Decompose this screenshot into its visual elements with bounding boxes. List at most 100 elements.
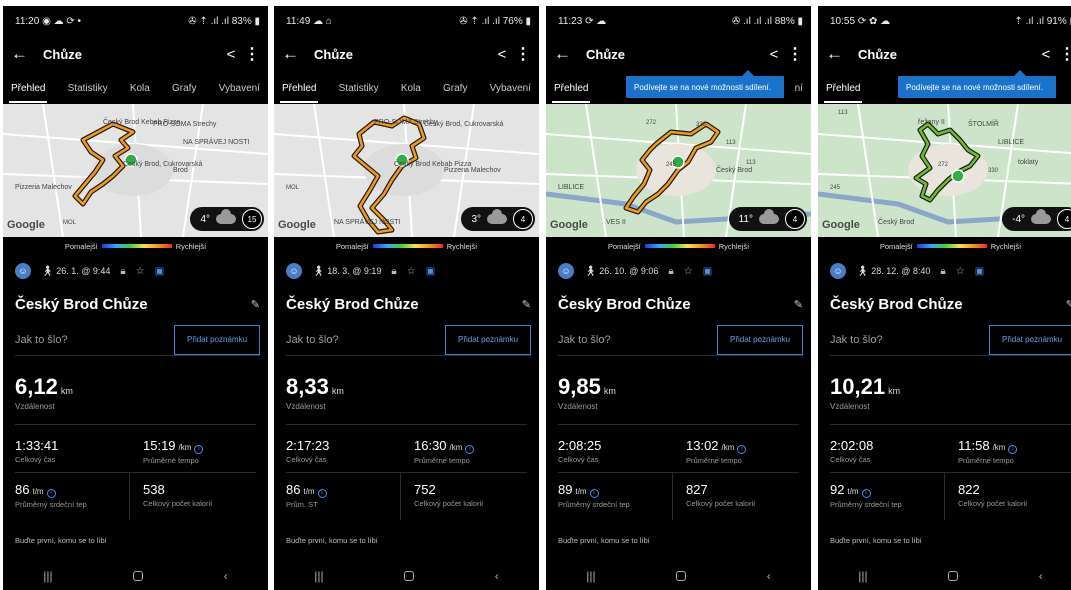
map-label: Brod [173,167,188,174]
add-note-button[interactable]: Přidat poznámku [717,324,803,355]
route-map[interactable]: PRO-SOMA Strechy Český Brod, Cukrovarská Č… [274,104,539,237]
lock-icon[interactable]: 🔒︎ [940,266,945,277]
share-tooltip[interactable]: Podívejte se na nové možnosti sdílení. [898,70,1056,98]
phone-screen-2: 11:49 ☁ ⌂ ✇ ⇡ .ıl .ıl 76% ▮ ← Chůze < ⋮ … [274,6,539,590]
tab-5[interactable]: ní [795,83,803,94]
pencil-icon[interactable]: ✎ [794,298,803,311]
tab-3[interactable]: Kola [401,83,421,94]
back-arrow-icon[interactable]: ← [11,44,39,64]
star-icon[interactable]: ☆ [136,266,145,277]
google-logo: Google [822,219,860,231]
info-icon[interactable]: i [194,444,204,454]
map-label: Pizzeria Malechov [15,184,72,191]
legend-fast: Rychlejší [718,241,750,251]
avatar[interactable]: ☺ [15,263,31,279]
map-label: Český Brod, Cukrovarská [424,119,503,128]
back-arrow-icon[interactable]: ← [826,44,854,64]
pencil-icon[interactable]: ✎ [251,298,260,311]
like-prompt[interactable]: Buďte první, komu se to líbí [15,536,107,545]
lock-icon[interactable]: 🔒︎ [668,266,673,277]
feel-row: Jak to šlo? Přidat poznámku [286,324,531,356]
tab-2[interactable]: Statistiky [68,83,108,94]
map-label: MOL [63,220,77,226]
recent-apps-button[interactable]: ||| [586,569,595,583]
route-map[interactable]: Český Brod Kebab Pizza PRO-SOMA Strechy Če… [3,104,268,237]
home-button[interactable] [404,571,415,581]
add-photo-icon[interactable]: ▣ [155,266,164,277]
back-arrow-icon[interactable]: ← [282,44,310,64]
add-note-button[interactable]: Přidat poznámku [174,324,260,355]
activity-name: Český Brod Chůze [558,295,691,313]
info-icon[interactable]: i [465,444,475,454]
distance-value: 8,33 [286,374,329,399]
more-vert-icon[interactable]: ⋮ [787,44,803,64]
phone-screen-1: 11:20 ◉ ☁ ⟳ • ✇ ⇡ .ıl .ıl 83% ▮ ← Chůze … [3,6,268,590]
share-icon[interactable]: < [761,46,787,63]
like-prompt[interactable]: Buďte první, komu se to líbí [558,536,650,545]
like-prompt[interactable]: Buďte první, komu se to líbí [286,536,378,545]
weather-chip[interactable]: 11° 4 [728,207,807,231]
back-arrow-icon[interactable]: ← [554,44,582,64]
star-icon[interactable]: ☆ [684,266,693,277]
avatar[interactable]: ☺ [558,263,574,279]
home-button[interactable] [133,571,144,581]
more-vert-icon[interactable]: ⋮ [244,44,260,64]
route-map[interactable]: řežany II ŠTOLMÍŘ 272 330 245 Český Brod LIBLI… [818,104,1071,237]
tab-1[interactable]: Přehled [279,83,319,103]
tab-1[interactable]: Přehled [823,83,863,103]
nav-back-button[interactable]: ‹ [224,569,228,583]
tab-5[interactable]: Vybavení [490,83,531,94]
add-note-button[interactable]: Přidat poznámku [989,324,1071,355]
add-note-button[interactable]: Přidat poznámku [445,324,531,355]
share-tooltip[interactable]: Podívejte se na nové možnosti sdílení. [626,70,784,98]
share-icon[interactable]: < [218,46,244,63]
lock-icon[interactable]: 🔒︎ [120,266,125,277]
weather-chip[interactable]: 4° 15 [190,207,264,231]
nav-back-button[interactable]: ‹ [495,569,499,583]
add-photo-icon[interactable]: ▣ [975,266,984,277]
tab-5[interactable]: Vybavení [219,83,260,94]
pencil-icon[interactable]: ✎ [1066,298,1071,311]
route-map[interactable]: 272 330 245 Český Brod LIBLICE VES II 113 113 G… [546,104,811,237]
tab-3[interactable]: Kola [130,83,150,94]
share-icon[interactable]: < [1033,46,1059,63]
weather-chip[interactable]: 3° 4 [461,207,535,231]
info-icon[interactable]: i [589,488,599,498]
lock-icon[interactable]: 🔒︎ [391,266,396,277]
nav-back-button[interactable]: ‹ [767,569,771,583]
weather-chip[interactable]: -4° 4 [1002,207,1071,231]
recent-apps-button[interactable]: ||| [858,569,867,583]
add-photo-icon[interactable]: ▣ [426,266,435,277]
home-button[interactable] [948,571,959,581]
more-vert-icon[interactable]: ⋮ [1059,44,1071,64]
info-icon[interactable]: i [737,444,747,454]
home-button[interactable] [676,571,687,581]
tab-2[interactable]: Statistiky [339,83,379,94]
info-icon[interactable]: i [46,488,56,498]
tab-1[interactable]: Přehled [8,83,48,103]
like-prompt[interactable]: Buďte první, komu se to líbí [830,536,922,545]
map-label: MOL [286,185,300,191]
recent-apps-button[interactable]: ||| [43,569,52,583]
star-icon[interactable]: ☆ [956,266,965,277]
tab-4[interactable]: Grafy [443,83,467,94]
pace-gradient [644,244,715,248]
tab-4[interactable]: Grafy [172,83,196,94]
recent-apps-button[interactable]: ||| [314,569,323,583]
info-icon[interactable]: i [1008,444,1018,454]
nav-back-button[interactable]: ‹ [1039,569,1043,583]
google-logo: Google [278,219,316,231]
more-vert-icon[interactable]: ⋮ [515,44,531,64]
avatar[interactable]: ☺ [286,263,302,279]
activity-date-wrap: 🚶︎ 28. 12. @ 8:40 [856,266,930,277]
pencil-icon[interactable]: ✎ [522,298,531,311]
star-icon[interactable]: ☆ [407,266,416,277]
map-label: 330 [988,168,999,174]
share-icon[interactable]: < [489,46,515,63]
add-photo-icon[interactable]: ▣ [703,266,712,277]
tab-1[interactable]: Přehled [551,83,591,103]
info-icon[interactable]: i [861,488,871,498]
avatar[interactable]: ☺ [830,263,846,279]
info-icon[interactable]: i [317,488,327,498]
feel-prompt: Jak to šlo? [15,333,68,346]
